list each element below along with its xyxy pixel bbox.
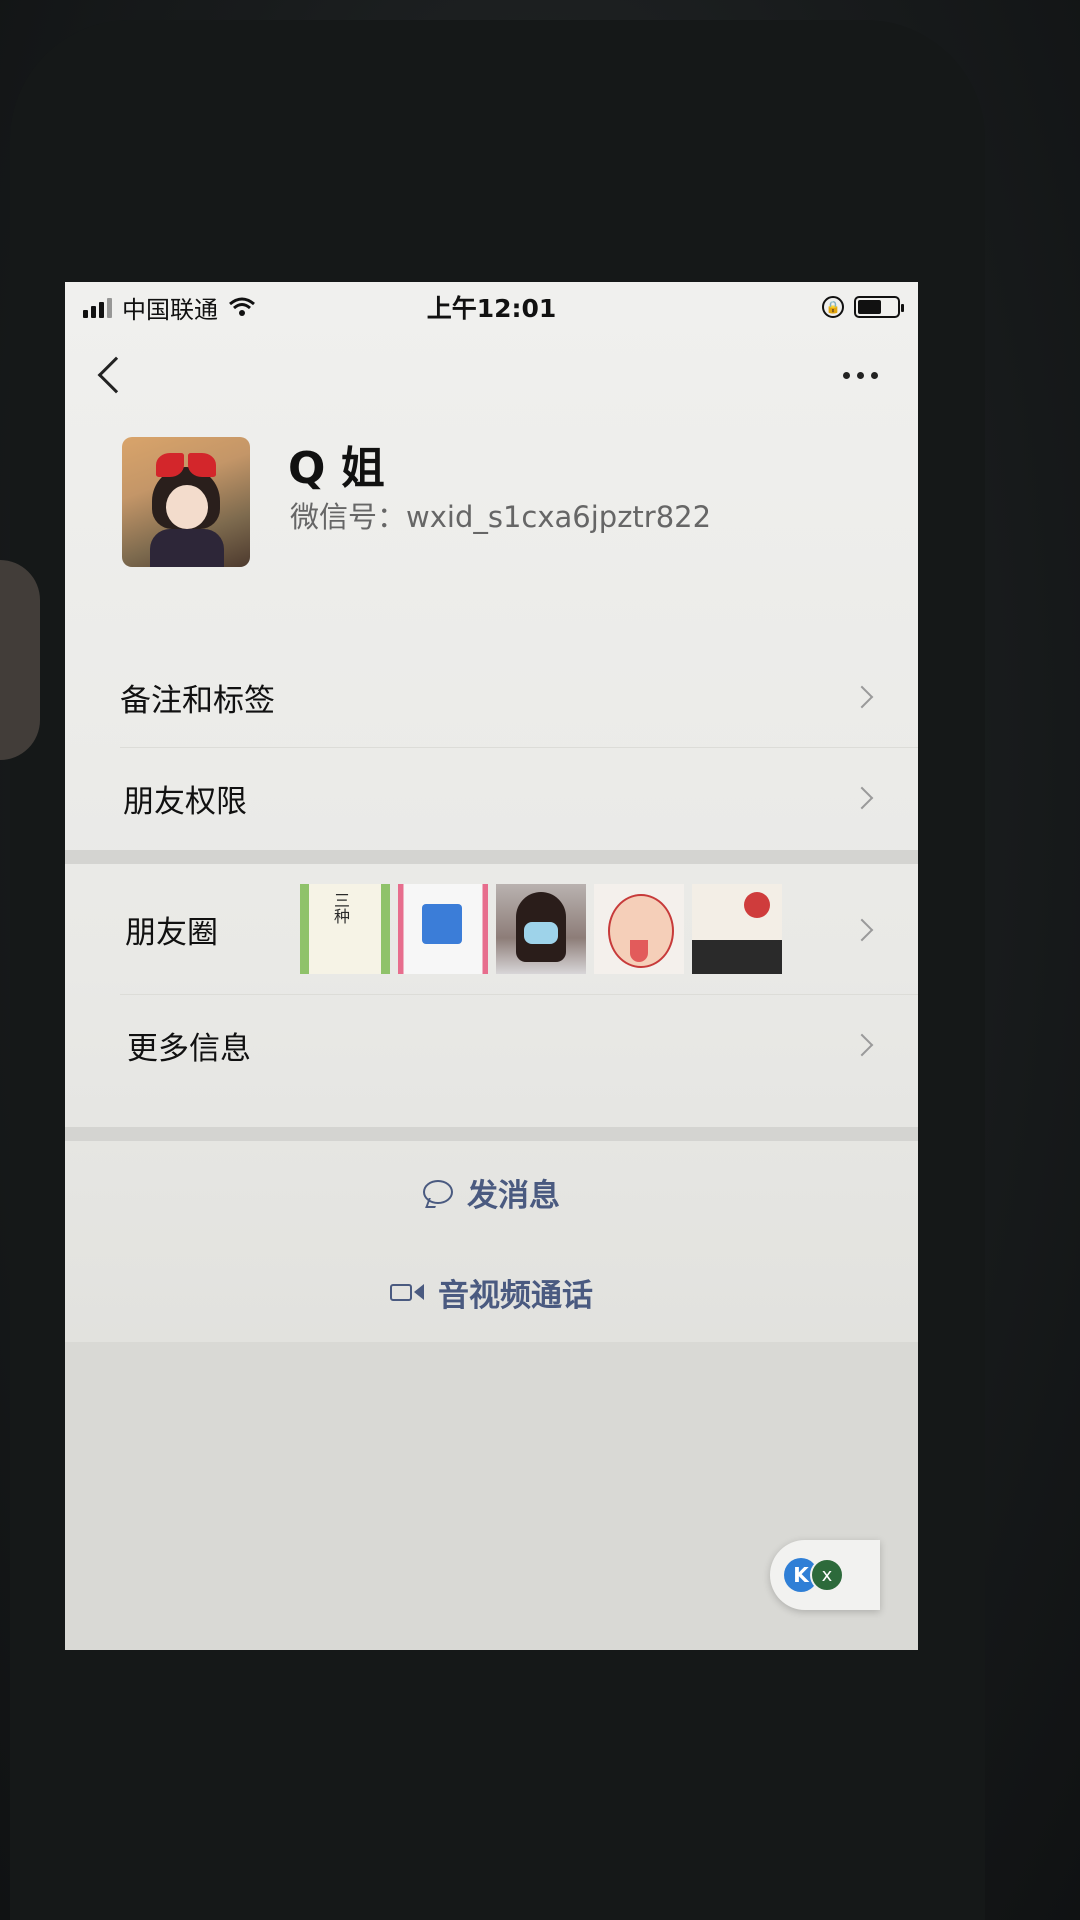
avatar[interactable] (122, 437, 250, 567)
av-call-label: 音视频通话 (438, 1277, 593, 1314)
chat-bubble-icon (423, 1180, 453, 1204)
finger (0, 560, 40, 760)
chevron-right-icon (850, 1033, 874, 1057)
friend-permissions-label: 朋友权限 (123, 783, 247, 820)
av-call-button[interactable]: 音视频通话 (65, 1242, 918, 1342)
nav-bar (65, 342, 918, 412)
profile-header: Q 姐 微信号：wxid_s1cxa6jpztr822 (65, 432, 918, 572)
moments-thumb (594, 884, 684, 974)
wifi-icon (229, 297, 255, 316)
contact-name: Q 姐 (288, 443, 385, 494)
friend-permissions-row[interactable]: 朋友权限 (65, 748, 918, 848)
lock-rotation-icon: 🔒 (821, 296, 844, 318)
battery-icon (853, 296, 904, 318)
more-info-label: 更多信息 (127, 1030, 251, 1067)
moments-thumb (398, 884, 488, 974)
more-info-row[interactable]: 更多信息 (65, 995, 918, 1095)
remark-tags-row[interactable]: 备注和标签 (65, 647, 918, 747)
moments-thumbnails (300, 884, 782, 974)
chevron-right-icon (850, 685, 874, 709)
status-time: 上午12:01 (426, 294, 557, 323)
chevron-right-icon (850, 918, 874, 942)
status-right: 🔒 (640, 296, 904, 318)
back-icon[interactable] (97, 356, 135, 394)
carrier-label: 中国联通 (122, 295, 218, 324)
moments-row[interactable]: 朋友圈 (65, 864, 918, 994)
more-icon[interactable] (843, 372, 878, 379)
section-gap (65, 850, 918, 864)
chevron-right-icon (850, 786, 874, 810)
moments-thumb (496, 884, 586, 974)
status-bar: 中国联通 上午12:01 🔒 (65, 282, 918, 332)
floating-widget[interactable]: K x (770, 1540, 880, 1610)
moments-thumb (692, 884, 782, 974)
send-message-button[interactable]: 发消息 (65, 1142, 918, 1242)
status-left: 中国联通 (83, 290, 343, 325)
remark-tags-label: 备注和标签 (120, 682, 275, 719)
send-message-label: 发消息 (467, 1177, 560, 1214)
phone-screen: 中国联通 上午12:01 🔒 Q 姐 微信号：wxid_s1cxa6jpztr8… (65, 282, 918, 1650)
floating-close-icon[interactable]: x (810, 1558, 844, 1592)
signal-icon (83, 296, 112, 318)
section-gap (65, 1127, 918, 1141)
wechat-id: 微信号：wxid_s1cxa6jpztr822 (290, 500, 712, 534)
moments-thumb (300, 884, 390, 974)
video-camera-icon (390, 1283, 424, 1301)
moments-label: 朋友圈 (125, 914, 218, 951)
